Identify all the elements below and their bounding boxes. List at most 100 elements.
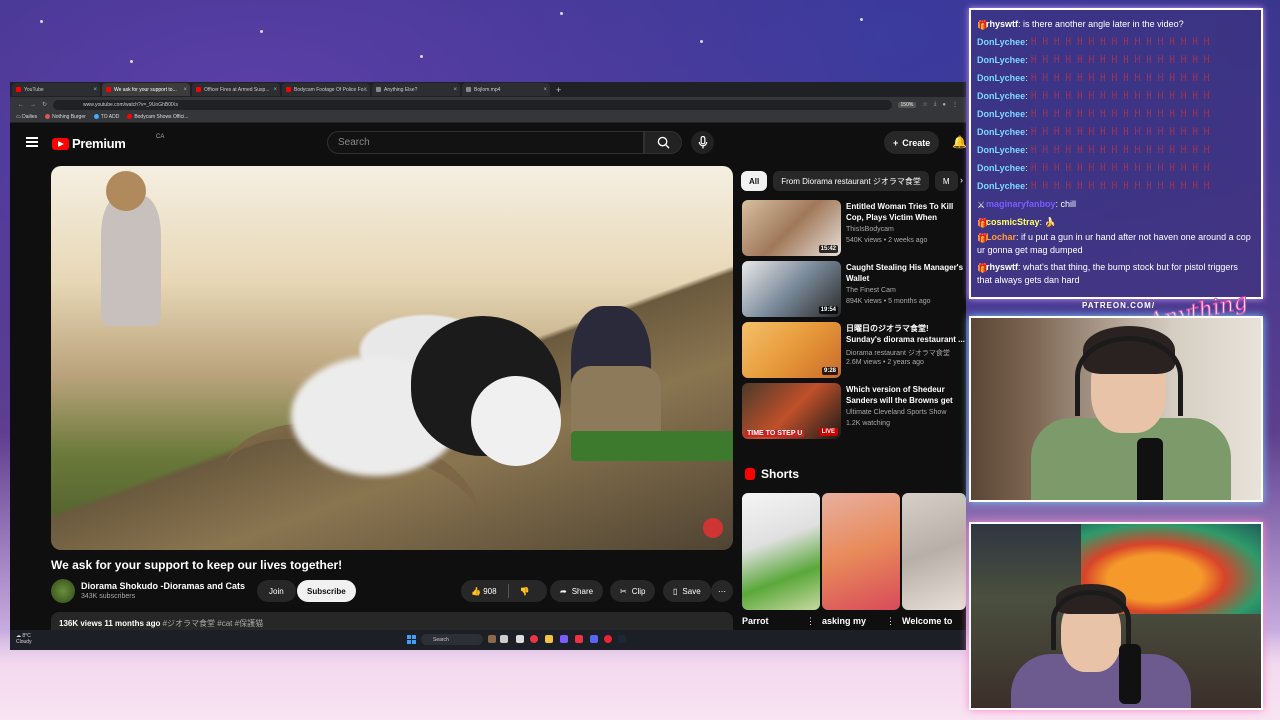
short-title[interactable]: Parrot [742, 616, 769, 626]
reload-icon[interactable]: ↻ [42, 101, 47, 108]
chevron-right-icon[interactable]: › [960, 175, 963, 185]
chat-message: DonLychee: ꀿ ꀿ ꀿ ꀿ ꀿ ꀿ ꀿ ꀿ ꀿ ꀿ ꀿ ꀿ ꀿ ꀿ ꀿ… [977, 127, 1212, 137]
file-explorer-icon[interactable] [545, 635, 553, 643]
taskbar-app-icon[interactable] [575, 635, 583, 643]
menu-dots-icon[interactable]: ⋮ [952, 101, 958, 108]
chip-more[interactable]: M [934, 171, 958, 191]
dislike-button[interactable]: 👎 [520, 587, 530, 596]
bookmark-item[interactable]: Nothing Burger [45, 114, 86, 120]
tab-bodycam-footage[interactable]: Bodycam Footage Of Police Fo... × [282, 83, 370, 96]
search-button[interactable] [644, 131, 682, 154]
short-title[interactable]: asking my [822, 616, 866, 626]
discord-icon[interactable] [590, 635, 598, 643]
tab-bojlom-mp4[interactable]: Bojlom.mp4 × [462, 83, 550, 96]
short-thumbnail[interactable] [742, 493, 820, 610]
url-field[interactable]: www.youtube.com/watch?v=_9UoGhB0lXs [53, 99, 892, 110]
clip-button[interactable]: ✂ Clip [610, 580, 656, 602]
zoom-level[interactable]: 150% [897, 101, 917, 108]
short-title[interactable]: Welcome to [902, 616, 952, 626]
shorts-header: Shorts [745, 467, 799, 481]
taskbar-app-icon[interactable] [560, 635, 568, 643]
recommendation-title: 日曜日のジオラマ食堂! Sunday's diorama restaurant … [846, 324, 965, 344]
thumbs-up-icon: 👍 [471, 586, 481, 596]
recommendation-channel: The Finest Cam [846, 287, 896, 294]
close-tab-icon[interactable]: × [93, 87, 97, 93]
hashtags[interactable]: #ジオラマ食堂 #cat #保護猫 [163, 619, 263, 628]
chip-all[interactable]: All [741, 171, 768, 191]
shorts-icon [745, 468, 755, 480]
scissors-icon: ✂ [620, 586, 627, 596]
bookmark-item[interactable]: ▭ Dailies [16, 114, 37, 120]
forward-icon[interactable]: → [30, 102, 36, 108]
notifications-bell-icon[interactable]: 🔔 [952, 135, 966, 149]
tab-youtube[interactable]: YouTube × [12, 83, 100, 96]
menu-icon[interactable] [26, 137, 38, 147]
video-player[interactable] [51, 166, 733, 550]
tab-current-video[interactable]: We ask for your support to... × [102, 83, 190, 96]
save-button[interactable]: ▯ Save [663, 580, 711, 602]
youtube-premium-logo[interactable]: Premium CA [52, 134, 164, 151]
more-actions-button[interactable]: ⋯ [711, 580, 733, 602]
thumbs-down-icon: 👎 [519, 586, 530, 596]
new-tab-icon[interactable]: + [552, 85, 565, 95]
duration-badge: 9:28 [821, 367, 838, 375]
bookmark-icon: ▯ [673, 586, 678, 596]
bookmark-favicon-icon [93, 114, 99, 120]
close-tab-icon[interactable]: × [543, 87, 547, 93]
voice-search-button[interactable] [691, 131, 714, 154]
close-tab-icon[interactable]: × [363, 87, 367, 93]
youtube-favicon-icon [286, 87, 291, 92]
like-button[interactable]: 👍 908 [471, 587, 497, 596]
recommendation-item[interactable]: 9:28 日曜日のジオラマ食堂! Sunday's diorama restau… [742, 322, 966, 378]
close-tab-icon[interactable]: × [273, 87, 277, 93]
guest-microphone [1119, 644, 1141, 704]
subscribe-button[interactable]: Subscribe [297, 580, 356, 602]
join-button[interactable]: Join [257, 580, 296, 602]
short-thumbnail[interactable] [902, 493, 966, 610]
bookmark-item[interactable]: TO ADD [93, 114, 119, 120]
chip-from-channel[interactable]: From Diorama restaurant ジオラマ食堂 [773, 171, 929, 191]
taskbar-app-icon[interactable] [604, 635, 612, 643]
channel-name[interactable]: Diorama Shokudo -Dioramas and Cats [81, 581, 245, 591]
task-view-icon[interactable] [500, 635, 508, 643]
recommendation-item[interactable]: TIME TO STEP U LIVE Which version of She… [742, 383, 966, 439]
profile-icon[interactable]: ● [942, 102, 946, 108]
close-tab-icon[interactable]: × [453, 87, 457, 93]
like-dislike-group: 👍 908 👎 [461, 580, 547, 602]
taskbar-app-icon[interactable] [516, 635, 524, 643]
chat-message: DonLychee: ꀿ ꀿ ꀿ ꀿ ꀿ ꀿ ꀿ ꀿ ꀿ ꀿ ꀿ ꀿ ꀿ ꀿ ꀿ… [977, 181, 1212, 191]
downloads-icon[interactable]: ⤓ [934, 101, 937, 108]
bookmark-star-icon[interactable]: ☆ [922, 101, 927, 108]
create-button[interactable]: + Create [884, 131, 940, 154]
plus-icon: + [893, 137, 899, 148]
tab-anything-else[interactable]: Anything Else? × [372, 83, 460, 96]
channel-avatar[interactable] [51, 579, 75, 603]
recommendation-item[interactable]: 19:54 Caught Stealing His Manager's Wall… [742, 261, 966, 317]
taskbar-search[interactable]: Search [421, 634, 483, 645]
chat-message: DonLychee: ꀿ ꀿ ꀿ ꀿ ꀿ ꀿ ꀿ ꀿ ꀿ ꀿ ꀿ ꀿ ꀿ ꀿ ꀿ… [977, 145, 1212, 155]
channel-watermark-icon[interactable] [703, 518, 723, 538]
weather-widget[interactable]: ☁ 8°C Cloudy [16, 633, 32, 645]
close-tab-icon[interactable]: × [183, 87, 187, 93]
microphone-icon [698, 136, 707, 149]
recommendation-item[interactable]: 15:42 Entitled Woman Tries To Kill Cop, … [742, 200, 966, 256]
bookmark-item[interactable]: Bodycam Shows Offici... [127, 114, 188, 120]
search-input[interactable]: Search [327, 131, 644, 154]
youtube-favicon-icon [16, 87, 21, 92]
short-thumbnail[interactable] [822, 493, 900, 610]
views-and-date: 136K views 11 months ago [59, 619, 161, 628]
filter-chips: All From Diorama restaurant ジオラマ食堂 M [741, 171, 958, 191]
chat-message: DonLychee: ꀿ ꀿ ꀿ ꀿ ꀿ ꀿ ꀿ ꀿ ꀿ ꀿ ꀿ ꀿ ꀿ ꀿ ꀿ… [977, 163, 1212, 173]
windows-start-icon[interactable] [407, 635, 416, 644]
back-icon[interactable]: ← [18, 102, 24, 108]
chrome-icon[interactable] [530, 635, 538, 643]
youtube-favicon-icon [106, 87, 111, 92]
share-button[interactable]: ➦ Share [550, 580, 604, 602]
steam-icon[interactable] [618, 635, 626, 643]
more-options-icon[interactable]: ⋮ [886, 616, 895, 627]
taskbar-app-icon[interactable] [488, 635, 496, 643]
tab-officer-fires[interactable]: Officer Fires at Armed Susp... × [192, 83, 280, 96]
bookmark-favicon-icon [45, 114, 51, 120]
more-options-icon[interactable]: ⋮ [806, 616, 815, 627]
chat-message: ⚔maginaryfanboy: chill [977, 195, 1255, 213]
